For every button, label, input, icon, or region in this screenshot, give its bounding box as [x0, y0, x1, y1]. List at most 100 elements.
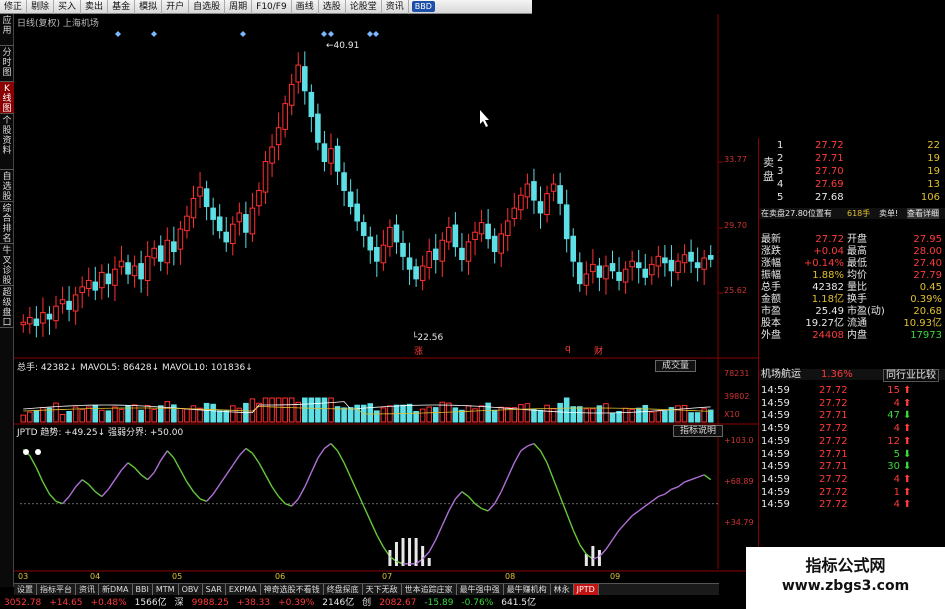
candle-body[interactable] — [171, 241, 177, 253]
candle-body[interactable] — [79, 286, 85, 294]
candle-body[interactable] — [328, 148, 334, 164]
candle-body[interactable] — [635, 262, 642, 269]
volume-bar[interactable] — [563, 397, 570, 423]
volume-tab[interactable]: 成交量 — [655, 360, 697, 372]
volume-bar[interactable] — [662, 410, 668, 423]
candle-body[interactable] — [603, 265, 609, 280]
toolbar-button[interactable]: 画线 — [292, 0, 319, 14]
indicator-tab[interactable]: 终盘探底 — [324, 584, 363, 595]
candle-body[interactable] — [668, 259, 675, 272]
candle-body[interactable] — [465, 241, 472, 262]
candle-body[interactable] — [216, 216, 223, 232]
candle-body[interactable] — [118, 260, 125, 268]
volume-bar[interactable] — [112, 406, 118, 423]
volume-bar[interactable] — [184, 408, 190, 423]
candle-body[interactable] — [701, 257, 707, 270]
volume-bar[interactable] — [85, 406, 92, 423]
volume-bar[interactable] — [302, 397, 308, 423]
volume-bar[interactable] — [328, 397, 334, 423]
candle-body[interactable] — [46, 313, 53, 320]
candle-body[interactable] — [151, 247, 158, 259]
toolbar-button[interactable]: 自选股 — [189, 0, 226, 14]
candle-body[interactable] — [629, 260, 635, 268]
volume-bar[interactable] — [485, 402, 491, 423]
candle-body[interactable] — [498, 233, 505, 254]
candle-body[interactable] — [360, 222, 367, 236]
candle-body[interactable] — [354, 203, 360, 222]
candle-body[interactable] — [315, 113, 321, 143]
volume-bar[interactable] — [452, 407, 459, 423]
candle-body[interactable] — [518, 194, 524, 211]
volume-bar[interactable] — [491, 409, 498, 423]
candle-body[interactable] — [341, 172, 347, 191]
candle-body[interactable] — [511, 207, 518, 220]
candle-body[interactable] — [413, 266, 419, 280]
candle-body[interactable] — [295, 64, 302, 83]
candle-body[interactable] — [649, 263, 655, 276]
volume-bar[interactable] — [675, 405, 681, 423]
sidebar-tab[interactable]: 分时图 — [0, 46, 14, 82]
signal-diamond-icon[interactable] — [240, 31, 246, 37]
ask-level[interactable]: 3 — [777, 166, 783, 177]
volume-bar[interactable] — [262, 397, 269, 423]
volume-bar[interactable] — [210, 403, 216, 423]
volume-bar[interactable] — [649, 411, 655, 423]
volume-bar[interactable] — [707, 409, 714, 423]
sidebar-tab[interactable]: 综合排名 — [0, 202, 14, 244]
candle-body[interactable] — [27, 316, 33, 325]
event-marker[interactable]: 财 — [594, 344, 603, 357]
volume-bar[interactable] — [426, 406, 432, 423]
candle-body[interactable] — [583, 273, 590, 286]
candle-body[interactable] — [40, 312, 46, 324]
candle-body[interactable] — [66, 300, 72, 310]
toolbar-button[interactable]: 论股堂 — [346, 0, 382, 14]
candle-body[interactable] — [459, 247, 465, 261]
volume-bar[interactable] — [635, 407, 642, 423]
indicator-tab[interactable]: MTM — [153, 584, 179, 595]
sidebar-tab[interactable]: 自选股 — [0, 170, 14, 202]
candle-body[interactable] — [524, 183, 531, 198]
bbd-badge[interactable]: BBD — [411, 1, 435, 12]
candle-body[interactable] — [249, 207, 256, 235]
signal-diamond-icon[interactable] — [328, 31, 334, 37]
candle-body[interactable] — [99, 271, 105, 289]
indicator-tab[interactable]: SAR — [203, 584, 226, 595]
candle-body[interactable] — [288, 83, 295, 106]
indicator-help-tab[interactable]: 指标说明 — [673, 425, 724, 437]
candle-body[interactable] — [184, 215, 190, 232]
volume-bar[interactable] — [66, 411, 72, 423]
candle-body[interactable] — [576, 262, 583, 285]
toolbar-button[interactable]: 模拟 — [135, 0, 163, 14]
volume-bar[interactable] — [622, 407, 629, 423]
volume-bar[interactable] — [99, 409, 105, 423]
volume-bar[interactable] — [295, 401, 302, 423]
candle-body[interactable] — [380, 244, 387, 264]
volume-bar[interactable] — [590, 408, 596, 423]
candle-body[interactable] — [92, 281, 99, 291]
candle-body[interactable] — [236, 212, 243, 223]
indicator-tab[interactable]: 新DMA — [99, 584, 133, 595]
indicator-tab[interactable]: EXPMA — [226, 584, 261, 595]
volume-bar[interactable] — [321, 397, 328, 423]
indicator-tab[interactable]: 林永 — [551, 584, 574, 595]
sidebar-tab[interactable]: 牛叉诊股 — [0, 244, 14, 286]
candle-body[interactable] — [570, 235, 577, 262]
volume-bar[interactable] — [27, 411, 33, 423]
candle-body[interactable] — [472, 231, 478, 240]
candle-body[interactable] — [59, 299, 66, 305]
candle-body[interactable] — [105, 273, 112, 285]
candle-body[interactable] — [655, 255, 662, 267]
volume-bar[interactable] — [367, 403, 374, 423]
volume-bar[interactable] — [216, 410, 223, 423]
volume-bar[interactable] — [681, 405, 688, 423]
toolbar-button[interactable]: 卖出 — [81, 0, 109, 14]
ask-level[interactable]: 1 — [777, 140, 783, 151]
volume-bar[interactable] — [459, 409, 465, 423]
candle-body[interactable] — [485, 223, 491, 240]
candle-body[interactable] — [675, 260, 681, 273]
candle-body[interactable] — [72, 294, 79, 312]
candle-body[interactable] — [138, 263, 144, 280]
candle-body[interactable] — [131, 265, 138, 277]
candle-body[interactable] — [419, 265, 426, 281]
candle-body[interactable] — [400, 242, 406, 257]
